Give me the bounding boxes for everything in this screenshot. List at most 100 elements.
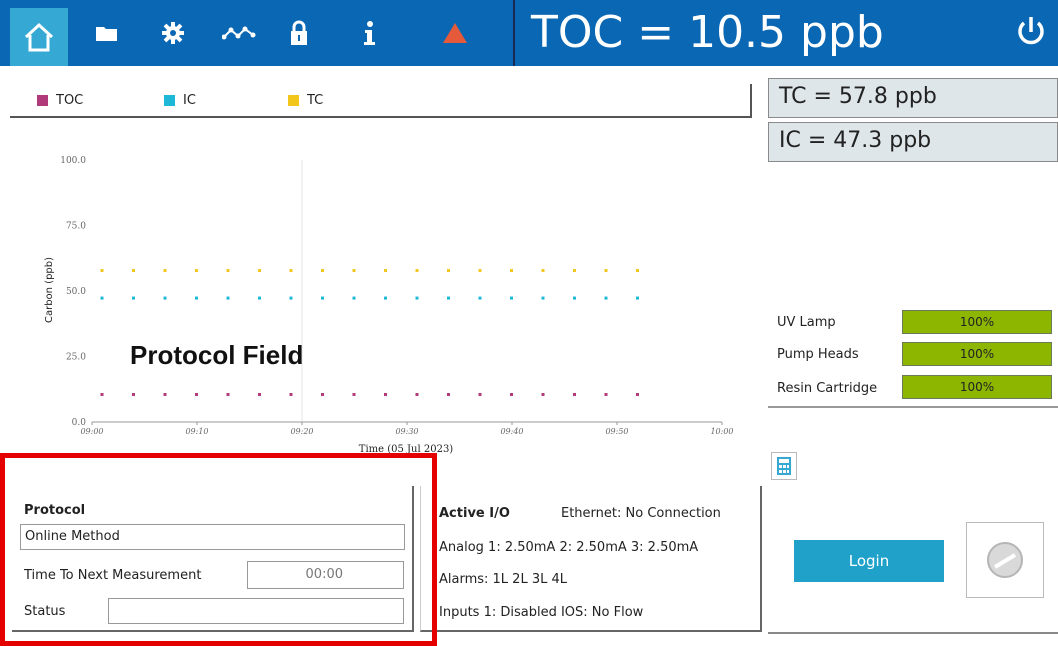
login-button[interactable]: Login — [794, 540, 944, 582]
gear-icon — [162, 22, 184, 44]
data-point-tc — [636, 269, 639, 273]
data-point-toc — [132, 392, 135, 396]
data-point-ic — [100, 296, 104, 300]
status-label: Status — [24, 604, 66, 619]
legend-swatch — [288, 95, 299, 106]
x-tick-label: 09:20 — [290, 427, 313, 436]
folder-button[interactable] — [90, 16, 124, 50]
consumable-bar-pump-heads: 100% — [902, 342, 1052, 366]
data-point-toc — [384, 392, 387, 396]
legend-item-toc[interactable]: TOC — [37, 93, 83, 108]
data-point-toc — [321, 392, 324, 396]
y-tick-label: 50.0 — [66, 287, 86, 297]
data-point-ic — [321, 296, 324, 300]
data-point-ic — [541, 296, 545, 300]
home-button[interactable] — [10, 8, 68, 66]
consumable-value: 100% — [959, 347, 995, 361]
y-tick-label: 100.0 — [60, 156, 86, 166]
x-tick-label: 09:40 — [500, 427, 523, 436]
divider — [768, 632, 1058, 634]
data-point-tc — [573, 269, 576, 273]
x-tick-label: 09:50 — [605, 427, 628, 436]
data-point-tc — [226, 269, 230, 273]
data-point-ic — [573, 296, 576, 300]
data-point-ic — [226, 296, 230, 300]
lock-icon — [291, 20, 307, 45]
data-point-tc — [195, 269, 198, 273]
data-point-tc — [541, 269, 545, 273]
consumable-bar-resin-cartridge: 100% — [902, 375, 1052, 399]
carbon-chart: 0.025.050.075.0100.009:00 09:10 09:20 09:30… — [44, 156, 734, 455]
y-tick-label: 75.0 — [66, 222, 86, 232]
logout-button[interactable] — [966, 522, 1044, 598]
toc-reading: TOC = 10.5 ppb — [513, 0, 913, 66]
data-point-tc — [415, 269, 419, 273]
consumable-label-pump-heads: Pump Heads — [777, 347, 859, 362]
x-tick-label: 09:00 — [80, 427, 103, 436]
consumable-value: 100% — [959, 380, 995, 394]
protocol-title: Protocol — [24, 503, 86, 518]
power-icon — [1018, 17, 1044, 45]
x-tick-label: 09:10 — [185, 427, 208, 436]
x-tick-label: 09:30 — [395, 427, 418, 436]
calculator-icon — [777, 457, 791, 475]
time-to-next-field: 00:00 — [247, 561, 404, 589]
alarms-status: Alarms: 1L 2L 3L 4L — [439, 572, 567, 587]
data-point-toc — [226, 392, 230, 396]
alarm-button[interactable] — [438, 16, 472, 50]
data-point-toc — [163, 392, 167, 396]
ethernet-status: Ethernet: No Connection — [561, 506, 721, 521]
consumable-label-uv-lamp: UV Lamp — [777, 315, 836, 330]
time-to-next-label: Time To Next Measurement — [24, 568, 202, 583]
logout-knob-icon — [987, 542, 1023, 578]
home-icon — [24, 22, 54, 52]
data-point-ic — [604, 296, 608, 300]
power-button[interactable] — [1014, 14, 1048, 50]
lock-button[interactable] — [282, 16, 316, 50]
data-point-toc — [636, 392, 639, 396]
legend-item-tc[interactable]: TC — [288, 93, 323, 108]
legend-swatch — [164, 95, 175, 106]
folder-icon — [96, 27, 117, 41]
protocol-method-field[interactable]: Online Method — [20, 524, 405, 550]
calculator-button[interactable] — [771, 452, 797, 480]
data-point-toc — [352, 392, 356, 396]
top-toolbar: TOC = 10.5 ppb — [0, 0, 1058, 66]
info-button[interactable] — [352, 16, 386, 50]
legend-swatch — [37, 95, 48, 106]
data-point-toc — [258, 392, 261, 396]
network-icon — [222, 26, 256, 40]
settings-button[interactable] — [156, 16, 190, 50]
data-point-tc — [163, 269, 167, 273]
legend-label: IC — [183, 93, 196, 108]
data-point-tc — [352, 269, 356, 273]
data-point-tc — [384, 269, 387, 273]
data-point-ic — [510, 296, 513, 300]
alarm-icon — [443, 23, 467, 43]
x-tick-label: 10:00 — [710, 427, 733, 436]
data-point-tc — [321, 269, 324, 273]
data-point-toc — [541, 392, 545, 396]
tc-readout: TC = 57.8 ppb — [768, 78, 1058, 118]
legend-item-ic[interactable]: IC — [164, 93, 196, 108]
data-point-toc — [604, 392, 608, 396]
data-point-ic — [163, 296, 167, 300]
data-point-tc — [258, 269, 261, 273]
data-point-tc — [289, 269, 293, 273]
data-point-ic — [132, 296, 135, 300]
ic-readout: IC = 47.3 ppb — [768, 122, 1058, 162]
data-point-ic — [258, 296, 261, 300]
network-button[interactable] — [222, 16, 256, 50]
data-point-ic — [415, 296, 419, 300]
data-point-toc — [415, 392, 419, 396]
protocol-field-annotation: Protocol Field — [130, 340, 304, 370]
data-point-toc — [478, 392, 482, 396]
data-point-toc — [100, 392, 104, 396]
active-io-title: Active I/O — [439, 506, 510, 521]
data-point-ic — [384, 296, 387, 300]
analog-status: Analog 1: 2.50mA 2: 2.50mA 3: 2.50mA — [439, 540, 699, 555]
data-point-tc — [100, 269, 104, 273]
data-point-tc — [510, 269, 513, 273]
x-axis-label: Time (05 Jul 2023) — [359, 444, 454, 455]
data-point-ic — [289, 296, 293, 300]
